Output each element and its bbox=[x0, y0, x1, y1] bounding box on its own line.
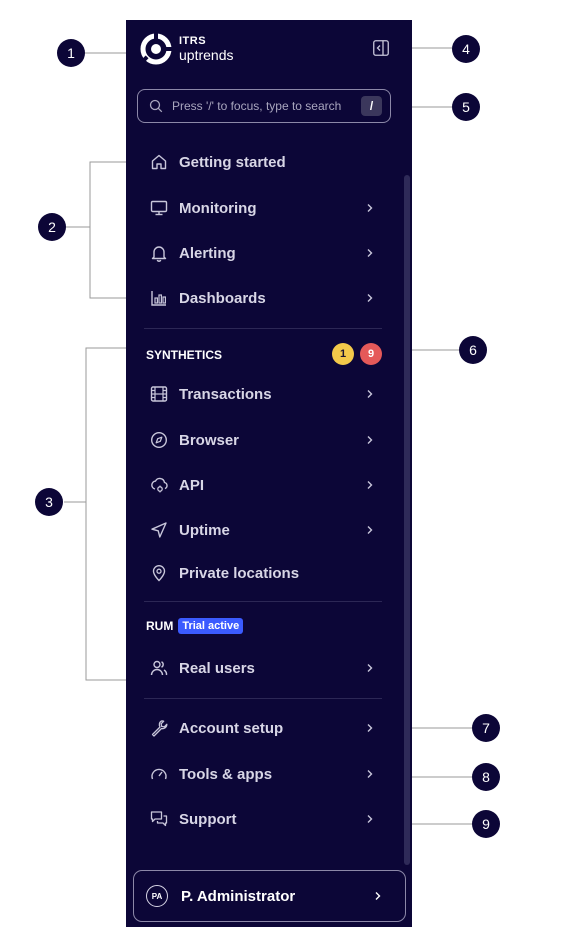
send-icon bbox=[151, 522, 167, 538]
nav-item-support[interactable]: Support bbox=[126, 799, 412, 839]
users-icon bbox=[150, 660, 168, 676]
chevron-right-icon bbox=[367, 481, 373, 489]
nav-item-real-users[interactable]: Real users bbox=[126, 648, 412, 688]
warning-count-badge[interactable]: 1 bbox=[332, 343, 354, 365]
logo[interactable]: ITRS uptrends bbox=[140, 33, 233, 65]
user-menu-button[interactable]: PA P. Administrator bbox=[133, 870, 406, 922]
nav-label: Uptime bbox=[179, 521, 230, 539]
nav-item-account-setup[interactable]: Account setup bbox=[126, 708, 412, 748]
nav-item-monitoring[interactable]: Monitoring bbox=[126, 188, 412, 228]
sidebar-scrollbar[interactable] bbox=[404, 175, 410, 865]
section-heading-label: SYNTHETICS bbox=[146, 348, 223, 362]
nav-label: Browser bbox=[179, 431, 240, 449]
search-input[interactable]: Press '/' to focus, type to search / bbox=[137, 89, 391, 123]
film-icon bbox=[150, 386, 168, 402]
nav-item-tools-apps[interactable]: Tools & apps bbox=[126, 754, 412, 794]
nav-item-browser[interactable]: Browser bbox=[126, 420, 412, 460]
chevron-right-icon bbox=[367, 204, 373, 212]
gauge-icon bbox=[151, 768, 167, 780]
divider bbox=[144, 601, 382, 602]
error-count-badge[interactable]: 9 bbox=[360, 343, 382, 365]
nav-item-api[interactable]: API bbox=[126, 465, 412, 505]
chat-icon bbox=[150, 811, 168, 827]
section-heading-synthetics: SYNTHETICS bbox=[146, 348, 222, 362]
divider bbox=[144, 698, 382, 699]
nav-label: Support bbox=[179, 810, 237, 828]
section-heading-rum: RUM Trial active bbox=[146, 618, 244, 634]
chevron-right-icon bbox=[367, 526, 373, 534]
callout-7: 7 bbox=[472, 714, 500, 742]
chevron-right-icon bbox=[367, 436, 373, 444]
bell-icon bbox=[151, 246, 167, 262]
chevron-right-icon bbox=[367, 724, 373, 732]
callout-5: 5 bbox=[452, 93, 480, 121]
logo-product: uptrends bbox=[179, 47, 234, 63]
callout-3: 3 bbox=[35, 488, 63, 516]
section-heading-label: RUM bbox=[146, 619, 174, 633]
nav-label: Real users bbox=[179, 659, 255, 677]
callout-9: 9 bbox=[472, 810, 500, 838]
nav-label: Private locations bbox=[179, 564, 300, 582]
chevron-right-icon bbox=[367, 770, 373, 778]
chevron-right-icon bbox=[367, 664, 373, 672]
search-placeholder: Press '/' to focus, type to search bbox=[172, 99, 342, 113]
callout-1: 1 bbox=[57, 39, 85, 67]
search-icon bbox=[149, 99, 163, 113]
nav-item-alerting[interactable]: Alerting bbox=[126, 233, 412, 273]
nav-label: Monitoring bbox=[179, 199, 257, 217]
nav-item-transactions[interactable]: Transactions bbox=[126, 374, 412, 414]
uptrends-logo-icon bbox=[140, 33, 172, 65]
user-name: P. Administrator bbox=[181, 887, 296, 905]
nav-label: Account setup bbox=[179, 719, 284, 737]
chevron-right-icon bbox=[367, 249, 373, 257]
nav-label: Tools & apps bbox=[179, 765, 273, 783]
nav-item-dashboards[interactable]: Dashboards bbox=[126, 278, 412, 318]
compass-icon bbox=[150, 431, 168, 449]
callout-4: 4 bbox=[452, 35, 480, 63]
nav-item-getting-started[interactable]: Getting started bbox=[126, 142, 412, 182]
nav-label: Transactions bbox=[179, 385, 272, 403]
map-pin-icon bbox=[152, 565, 166, 582]
chart-icon bbox=[151, 291, 167, 306]
cloud-settings-icon bbox=[151, 477, 168, 493]
avatar: PA bbox=[146, 885, 168, 907]
chevron-right-icon bbox=[367, 390, 373, 398]
search-shortcut-key: / bbox=[361, 96, 382, 116]
chevron-right-icon bbox=[367, 294, 373, 302]
chevron-right-icon bbox=[367, 815, 373, 823]
sidebar: ITRS uptrends Press '/' to focus, type t… bbox=[126, 20, 412, 927]
callout-6: 6 bbox=[459, 336, 487, 364]
nav-label: Dashboards bbox=[179, 289, 266, 307]
nav-label: Getting started bbox=[179, 153, 286, 171]
wrench-icon bbox=[151, 720, 168, 737]
monitor-icon bbox=[150, 200, 168, 216]
nav-label: API bbox=[179, 476, 205, 494]
logo-brand: ITRS bbox=[179, 35, 207, 47]
collapse-sidebar-icon[interactable] bbox=[373, 40, 389, 56]
nav-item-private-locations[interactable]: Private locations bbox=[126, 553, 412, 593]
callout-2: 2 bbox=[38, 213, 66, 241]
trial-badge: Trial active bbox=[178, 618, 244, 634]
nav-item-uptime[interactable]: Uptime bbox=[126, 510, 412, 550]
chevron-right-icon bbox=[375, 892, 381, 900]
nav-label: Alerting bbox=[179, 244, 236, 262]
home-icon bbox=[151, 154, 167, 170]
callout-8: 8 bbox=[472, 763, 500, 791]
divider bbox=[144, 328, 382, 329]
